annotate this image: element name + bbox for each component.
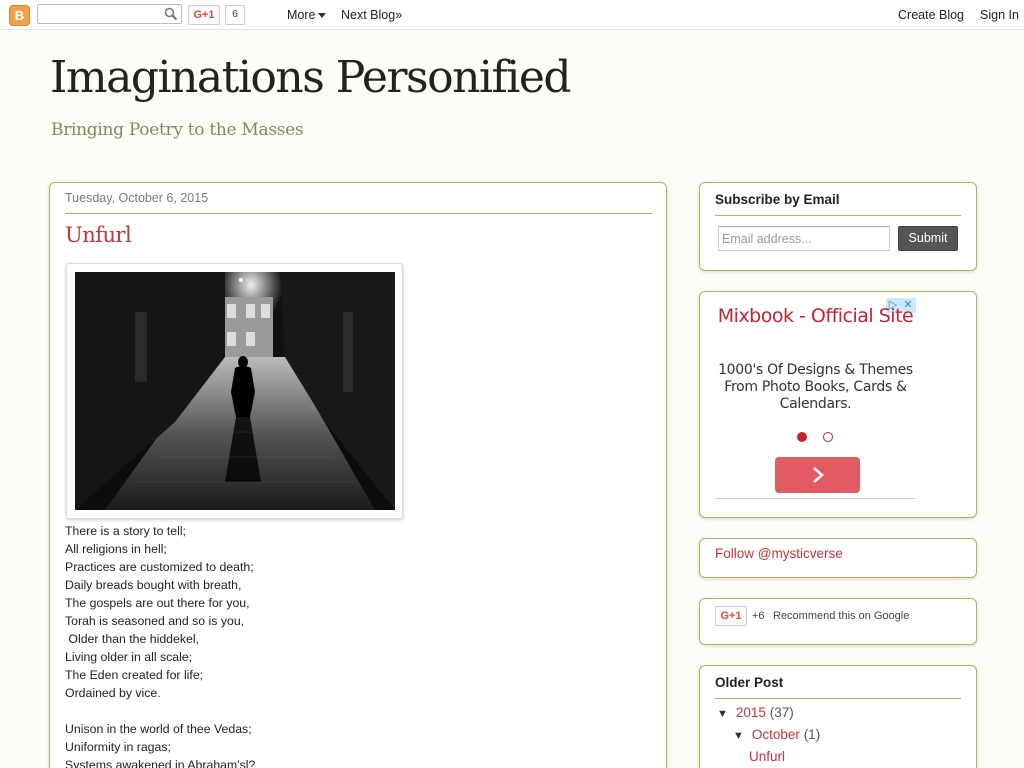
archive-month-count: (1) [803, 727, 821, 742]
archive-post[interactable]: Unfurl [749, 749, 785, 765]
toggle-down-icon[interactable]: ▼ [733, 730, 744, 742]
follow-widget: Follow @mysticverse [699, 538, 977, 578]
archive-month-link[interactable]: October [752, 727, 800, 742]
poem-line: Practices are customized to death; [65, 560, 254, 574]
poem-line: Daily breads bought with breath, [65, 578, 242, 592]
poem-line: Torah is seasoned and so is you, [65, 614, 245, 628]
carousel-dot-active[interactable] [797, 432, 807, 442]
gplus-widget: G+1 +6 Recommend this on Google [699, 598, 977, 645]
create-blog-link[interactable]: Create Blog [898, 8, 964, 22]
poem-line: Unison in the world of thee Vedas; [65, 722, 252, 736]
ad-body: 1000's Of Designs & Themes From Photo Bo… [718, 362, 913, 412]
post-container: Tuesday, October 6, 2015 Unfurl There is… [49, 182, 667, 768]
poem-line: Systems awakened in Abraham'sl? [65, 758, 256, 768]
archive-post-link[interactable]: Unfurl [749, 749, 785, 764]
archive-heading: Older Post [715, 675, 784, 690]
post-date: Tuesday, October 6, 2015 [65, 191, 209, 205]
archive-year-link[interactable]: 2015 [736, 705, 766, 720]
blogger-navbar: B G+1 6 More Next Blog» Create Blog Sign… [0, 0, 1024, 30]
ad-divider [715, 498, 916, 499]
gplus-button[interactable]: G+1 [188, 5, 220, 25]
email-field[interactable]: Email address... [718, 226, 890, 251]
search-input[interactable] [37, 4, 182, 24]
more-label: More [287, 8, 316, 22]
subscribe-widget: Subscribe by Email Email address... Subm… [699, 182, 977, 271]
ad-headline[interactable]: Mixbook - Official Site [715, 304, 916, 328]
follow-link[interactable]: Follow @mysticverse [715, 546, 843, 561]
post-body: There is a story to tell; All religions i… [65, 522, 255, 768]
poem-line: The gospels are out there for you, [65, 596, 250, 610]
archive-month[interactable]: ▼ October (1) [733, 727, 820, 744]
gplus-count: +6 [752, 610, 765, 622]
ad-widget: ▷ ✕ Mixbook - Official Site 1000's Of De… [699, 291, 977, 518]
archive-widget: Older Post ▼ 2015 (37) ▼ October (1) Unfur… [699, 665, 977, 768]
chevron-right-icon [812, 467, 824, 483]
poem-line: Living older in all scale; [65, 650, 193, 664]
post-image[interactable] [66, 263, 403, 519]
poem-line: Ordained by vice. [65, 686, 161, 700]
gplus-button[interactable]: G+1 [715, 606, 747, 626]
poem-line: The Eden created for life; [65, 668, 204, 682]
poem-line: Older than the hiddekel, [65, 632, 199, 646]
date-divider [65, 213, 652, 214]
archive-year-count: (37) [769, 705, 794, 720]
ad-next-button[interactable] [775, 457, 860, 493]
blog-description: Bringing Poetry to the Masses [51, 120, 304, 140]
alley-photo-icon [75, 272, 395, 510]
subscribe-heading: Subscribe by Email [715, 192, 840, 207]
poem-line [65, 702, 255, 720]
blog-title[interactable]: Imaginations Personified [50, 52, 572, 103]
carousel-dot[interactable] [823, 432, 833, 442]
recommend-text: Recommend this on Google [773, 610, 910, 622]
archive-divider [715, 698, 961, 699]
mixbook-ad[interactable]: ▷ ✕ Mixbook - Official Site 1000's Of De… [715, 298, 916, 499]
search-icon[interactable] [164, 7, 178, 21]
poem-line: All religions in hell; [65, 542, 167, 556]
next-blog-link[interactable]: Next Blog» [341, 8, 402, 22]
sign-in-link[interactable]: Sign In [980, 8, 1019, 22]
submit-button[interactable]: Submit [898, 226, 958, 251]
chevron-down-icon [318, 13, 327, 19]
more-menu[interactable]: More [287, 8, 327, 22]
gplus-count: 6 [225, 5, 245, 25]
subscribe-divider [715, 215, 961, 216]
archive-year[interactable]: ▼ 2015 (37) [717, 705, 794, 722]
poem-line: Uniformity in ragas; [65, 740, 171, 754]
poem-line: There is a story to tell; [65, 524, 186, 538]
blogger-logo-icon[interactable]: B [9, 5, 30, 26]
toggle-down-icon[interactable]: ▼ [717, 708, 728, 720]
post-title[interactable]: Unfurl [65, 223, 132, 247]
